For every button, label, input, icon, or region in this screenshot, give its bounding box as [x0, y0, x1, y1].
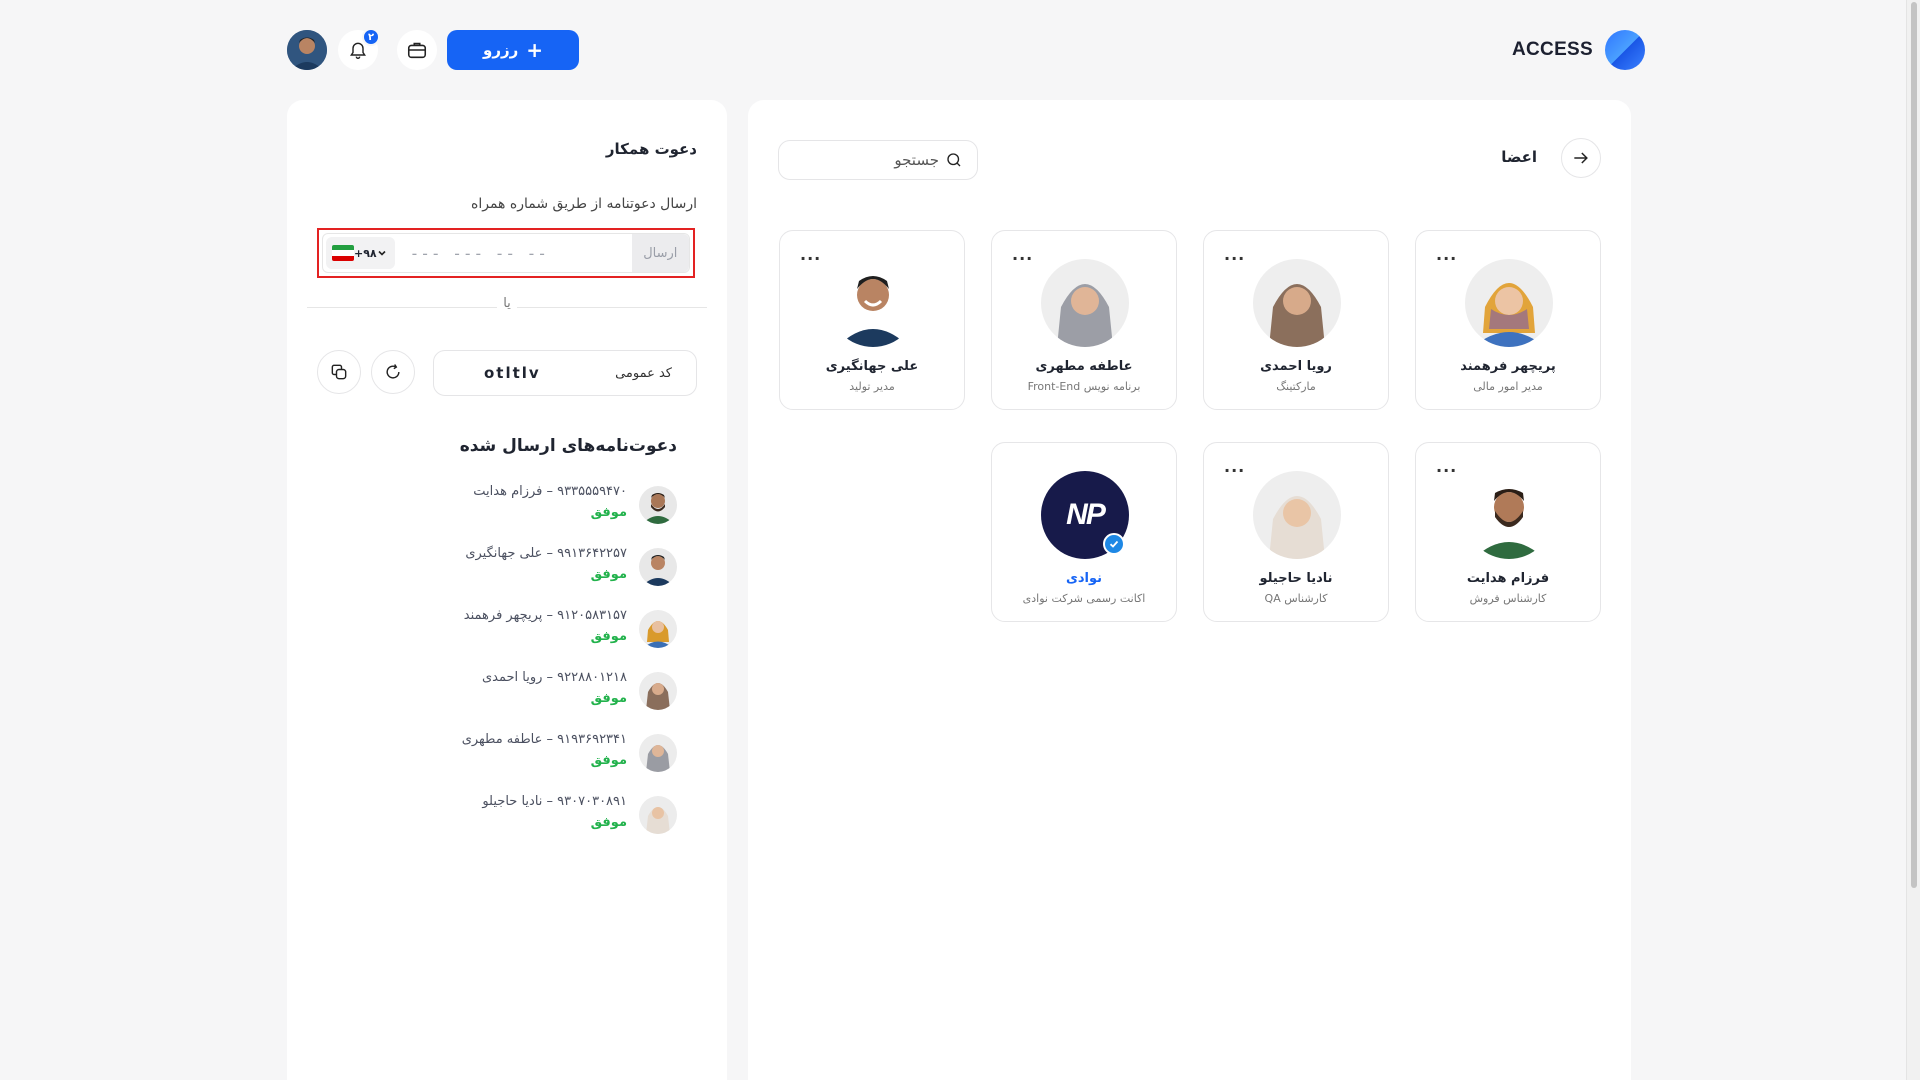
member-role: مارکتینگ — [1276, 380, 1316, 393]
chevron-down-icon — [378, 250, 386, 256]
avatar — [639, 548, 677, 586]
avatar — [639, 486, 677, 524]
member-name: عاطفه مطهری — [1035, 359, 1133, 374]
member-card[interactable]: ... فرزام هدایت کارشناس فروش — [1415, 442, 1601, 622]
notification-badge: ۲ — [362, 28, 380, 46]
status-badge: موفق — [590, 691, 627, 706]
phone-invite-field: +۹۸ ارسال — [317, 228, 695, 278]
user-avatar[interactable] — [287, 30, 327, 70]
arrow-right-icon — [1574, 152, 1588, 164]
phone-input[interactable] — [397, 234, 632, 272]
more-options-icon[interactable]: ... — [1224, 245, 1245, 264]
plus-icon: + — [526, 38, 543, 62]
public-code-label: کد عمومی — [615, 365, 672, 381]
copy-icon — [331, 364, 347, 380]
member-card[interactable]: ... علی جهانگیری مدیر تولید — [779, 230, 965, 410]
country-code: +۹۸ — [354, 246, 377, 260]
briefcase-button[interactable] — [397, 30, 437, 70]
member-photo — [829, 259, 917, 347]
sent-invites-title: دعوت‌نامه‌های ارسال شده — [459, 436, 677, 456]
list-item: ۹۹۱۳۶۴۲۲۵۷ – علی جهانگیری موفق — [377, 540, 677, 590]
member-name: نادیا حاجیلو — [1259, 571, 1333, 586]
avatar — [639, 796, 677, 834]
member-photo — [1041, 259, 1129, 347]
sent-invite-text: ۹۳۳۵۵۵۹۴۷۰ – فرزام هدایت — [473, 484, 627, 499]
member-card[interactable]: ... نادیا حاجیلو کارشناس QA — [1203, 442, 1389, 622]
members-title: اعضا — [1501, 148, 1537, 166]
list-item: ۹۱۹۳۶۹۲۳۴۱ – عاطفه مطهری موفق — [377, 726, 677, 776]
more-options-icon[interactable]: ... — [1224, 457, 1245, 476]
or-label: یا — [497, 296, 517, 311]
member-card[interactable]: ... پریچهر فرهمند مدیر امور مالی — [1415, 230, 1601, 410]
member-photo — [1253, 259, 1341, 347]
logo-mark-icon — [1604, 30, 1645, 70]
sent-invite-text: ۹۳۰۷۰۳۰۸۹۱ – نادیا حاجیلو — [482, 794, 627, 809]
more-options-icon[interactable]: ... — [1436, 245, 1457, 264]
list-item: ۹۳۳۵۵۵۹۴۷۰ – فرزام هدایت موفق — [377, 478, 677, 528]
member-role: مدیر امور مالی — [1473, 380, 1543, 393]
verified-check-icon — [1103, 533, 1125, 555]
company-logo-text: NP — [1066, 498, 1106, 531]
member-photo — [1465, 471, 1553, 559]
public-code-value: otltlv — [484, 364, 541, 382]
more-options-icon[interactable]: ... — [800, 245, 821, 264]
more-options-icon[interactable]: ... — [1436, 457, 1457, 476]
search-input[interactable] — [819, 151, 939, 169]
back-button[interactable] — [1561, 138, 1601, 178]
member-name: نوادی — [1065, 571, 1103, 586]
member-role: برنامه نویس Front-End — [1027, 380, 1141, 393]
page-scrollbar[interactable] — [1906, 0, 1920, 1080]
status-badge: موفق — [590, 567, 627, 582]
member-role: کارشناس QA — [1264, 592, 1328, 605]
status-badge: موفق — [590, 815, 627, 830]
invite-title: دعوت همکار — [605, 140, 697, 158]
sent-invite-text: ۹۱۲۰۵۸۳۱۵۷ – پریچهر فرهمند — [463, 608, 627, 623]
invite-subtitle: ارسال دعوتنامه از طریق شماره همراه — [471, 196, 697, 212]
member-card-official[interactable]: NP نوادی اکانت رسمی شرکت نوادی — [991, 442, 1177, 622]
scrollbar-thumb[interactable] — [1911, 2, 1917, 888]
list-item: ۹۱۲۰۵۸۳۱۵۷ – پریچهر فرهمند موفق — [377, 602, 677, 652]
more-options-icon[interactable]: ... — [1012, 245, 1033, 264]
members-panel: اعضا ... پریچهر فرهمند مدیر امور مالی ..… — [748, 100, 1631, 1080]
member-name: پریچهر فرهمند — [1460, 359, 1556, 374]
member-photo — [1253, 471, 1341, 559]
avatar — [639, 734, 677, 772]
avatar — [639, 610, 677, 648]
status-badge: موفق — [590, 505, 627, 520]
member-role: اکانت رسمی شرکت نوادی — [1022, 592, 1146, 605]
member-role: مدیر تولید — [849, 380, 895, 393]
logo: ACCESS — [1512, 30, 1645, 70]
member-card[interactable]: ... رویا احمدی مارکتینگ — [1203, 230, 1389, 410]
sent-invite-text: ۹۲۲۸۸۰۱۲۱۸ – رویا احمدی — [481, 670, 627, 685]
status-badge: موفق — [590, 629, 627, 644]
logo-text: ACCESS — [1512, 39, 1593, 60]
invite-panel: دعوت همکار ارسال دعوتنامه از طریق شماره … — [287, 100, 727, 1080]
copy-code-button[interactable] — [317, 350, 361, 394]
notifications-button[interactable]: ۲ — [338, 28, 380, 70]
search-box[interactable] — [778, 140, 978, 180]
refresh-icon — [386, 364, 400, 379]
send-invite-button[interactable]: ارسال — [631, 234, 689, 272]
reserve-button[interactable]: رزرو + — [447, 30, 579, 70]
public-code-box: کد عمومی otltlv — [433, 350, 697, 396]
sent-invite-text: ۹۱۹۳۶۹۲۳۴۱ – عاطفه مطهری — [461, 732, 627, 747]
member-name: رویا احمدی — [1260, 359, 1332, 374]
briefcase-icon — [407, 42, 427, 59]
list-item: ۹۲۲۸۸۰۱۲۱۸ – رویا احمدی موفق — [377, 664, 677, 714]
sent-invite-text: ۹۹۱۳۶۴۲۲۵۷ – علی جهانگیری — [465, 546, 627, 561]
status-badge: موفق — [590, 753, 627, 768]
list-item: ۹۳۰۷۰۳۰۸۹۱ – نادیا حاجیلو موفق — [377, 788, 677, 838]
reserve-label: رزرو — [483, 41, 519, 59]
avatar — [639, 672, 677, 710]
member-role: کارشناس فروش — [1469, 592, 1547, 605]
member-name: فرزام هدایت — [1466, 571, 1550, 586]
member-card[interactable]: ... عاطفه مطهری برنامه نویس Front-End — [991, 230, 1177, 410]
member-photo — [1465, 259, 1553, 347]
search-icon — [947, 153, 961, 167]
refresh-code-button[interactable] — [371, 350, 415, 394]
country-code-select[interactable]: +۹۸ — [326, 237, 395, 269]
iran-flag-icon — [332, 245, 354, 261]
member-name: علی جهانگیری — [825, 359, 919, 374]
